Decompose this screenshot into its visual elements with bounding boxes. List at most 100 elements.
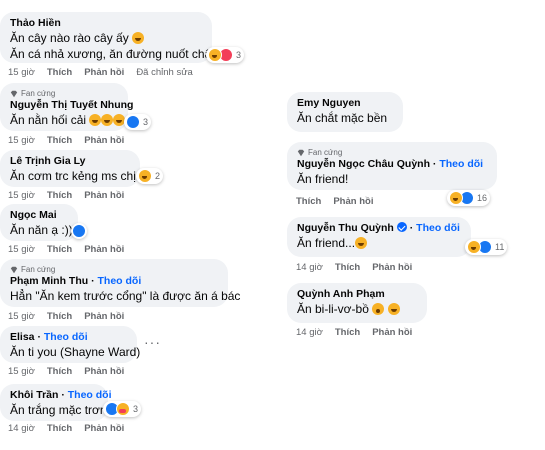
surprised-emoji-icon bbox=[372, 303, 385, 315]
comment-bubble: Fan cứng Phạm Minh Thu · Theo dõi Hẳn "Ă… bbox=[0, 259, 241, 307]
comment-text: Hẳn "Ăn kem trước cổng" là được ăn á bác bbox=[10, 289, 241, 303]
comment-time[interactable]: 15 giờ bbox=[8, 366, 35, 377]
comment-actions: 15 giờ Thích Phản hồi bbox=[8, 135, 124, 146]
more-options-icon[interactable]: ··· bbox=[144, 334, 161, 350]
comment-time[interactable]: 14 giờ bbox=[296, 327, 323, 338]
comment-actions: Thích Phản hồi bbox=[296, 196, 373, 207]
haha-reaction-icon bbox=[449, 191, 463, 205]
like-button[interactable]: Thích bbox=[47, 423, 72, 434]
comment-text: Ăn friend! bbox=[297, 172, 349, 186]
comment-actions: 14 giờ Thích Phản hồi bbox=[296, 327, 412, 338]
like-reaction-icon bbox=[72, 224, 86, 238]
comment-bubble: Emy Nguyen Ăn chắt mặc bền bbox=[287, 92, 403, 132]
haha-reaction-icon bbox=[208, 48, 222, 62]
follow-button[interactable]: Theo dõi bbox=[416, 222, 460, 234]
follow-button[interactable]: Theo dõi bbox=[439, 158, 483, 170]
verified-badge-icon bbox=[396, 222, 407, 232]
comment-actions: 15 giờ Thích Phản hồi bbox=[8, 311, 124, 322]
comment-bubble: Elisa · Theo dõi Ăn ti you (Shayne Ward) bbox=[0, 326, 140, 363]
comment-time[interactable]: 15 giờ bbox=[8, 244, 35, 255]
comment-author[interactable]: Emy Nguyen bbox=[297, 97, 393, 110]
reply-button[interactable]: Phản hồi bbox=[84, 190, 124, 201]
like-button[interactable]: Thích bbox=[47, 190, 72, 201]
comment-actions: 14 giờ Thích Phản hồi bbox=[296, 262, 412, 273]
like-button[interactable]: Thích bbox=[47, 311, 72, 322]
comment-bubble: Lê Trịnh Gia Ly Ăn cơm trc kẻng ms chịu bbox=[0, 150, 143, 187]
fan-badge: Fan cứng bbox=[10, 264, 218, 275]
comment-time[interactable]: 15 giờ bbox=[8, 135, 35, 146]
reply-button[interactable]: Phản hồi bbox=[372, 262, 412, 273]
comment-author[interactable]: Lê Trịnh Gia Ly bbox=[10, 155, 130, 168]
comment-text: Ăn trắng mặc trơn bbox=[10, 403, 107, 417]
like-button[interactable]: Thích bbox=[335, 327, 360, 338]
like-button[interactable]: Thích bbox=[335, 262, 360, 273]
comment-author[interactable]: Ngọc Mai bbox=[10, 209, 68, 222]
comment-text: Ăn cơm trc kẻng ms chịu bbox=[10, 169, 143, 183]
edited-label: Đã chỉnh sửa bbox=[136, 67, 193, 78]
comment-time[interactable]: 15 giờ bbox=[8, 311, 35, 322]
like-button[interactable]: Thích bbox=[47, 366, 72, 377]
comment-author[interactable]: Nguyễn Thị Tuyết Nhung bbox=[10, 99, 133, 112]
haha-reaction-icon bbox=[138, 169, 152, 183]
fan-badge: Fan cứng bbox=[297, 147, 487, 158]
comment-actions: 15 giờ Thích Phản hồi Đã chỉnh sửa bbox=[8, 67, 193, 78]
comment-bubble: Nguyễn Thu Quỳnh · Theo dõi Ăn friend... bbox=[287, 217, 471, 257]
follow-button[interactable]: Theo dõi bbox=[44, 331, 88, 343]
comment-time[interactable]: 15 giờ bbox=[8, 67, 35, 78]
laughing-emoji-icon bbox=[132, 32, 145, 44]
care-reaction-icon bbox=[116, 402, 130, 416]
reply-button[interactable]: Phản hồi bbox=[372, 327, 412, 338]
comment-author[interactable]: Khôi Trần · Theo dõi bbox=[10, 389, 112, 402]
comment-author[interactable]: Nguyễn Ngọc Châu Quỳnh · Theo dõi bbox=[297, 158, 487, 171]
comment-text: Ăn friend... bbox=[297, 235, 461, 251]
reply-button[interactable]: Phản hồi bbox=[84, 311, 124, 322]
comment-text: Ăn chắt mặc bền bbox=[297, 111, 388, 125]
reply-button[interactable]: Phản hồi bbox=[84, 423, 124, 434]
comment-time[interactable]: 15 giờ bbox=[8, 190, 35, 201]
follow-button[interactable]: Theo dõi bbox=[68, 389, 112, 401]
laughing-emoji-icon bbox=[101, 114, 114, 126]
comment-bubble: Thảo Hiền Ăn cây nào rào cây ấy Ăn cá nh… bbox=[0, 12, 221, 63]
comment-author[interactable]: Phạm Minh Thu · Theo dõi bbox=[10, 275, 218, 288]
comment-author[interactable]: Elisa · Theo dõi bbox=[10, 331, 127, 344]
laughing-emoji-icon bbox=[89, 114, 102, 126]
reaction-summary[interactable]: 3 bbox=[103, 401, 142, 417]
laughing-emoji-icon bbox=[355, 237, 368, 249]
comment-text: Ăn bi-li-vơ-bồ bbox=[297, 301, 417, 317]
like-button[interactable]: Thích bbox=[47, 135, 72, 146]
reply-button[interactable]: Phản hồi bbox=[333, 196, 373, 207]
follow-button[interactable]: Theo dõi bbox=[98, 275, 142, 287]
comment-time[interactable]: 14 giờ bbox=[296, 262, 323, 273]
comment-text: Ăn năn ạ :))) bbox=[10, 223, 77, 237]
fan-badge: Fan cứng bbox=[10, 88, 118, 99]
comment-author[interactable]: Nguyễn Thu Quỳnh · Theo dõi bbox=[297, 222, 461, 235]
comment-text: Ăn cây nào rào cây ấy bbox=[10, 30, 202, 46]
comment-bubble: Quỳnh Anh Phạm Ăn bi-li-vơ-bồ bbox=[287, 283, 427, 323]
like-button[interactable]: Thích bbox=[47, 67, 72, 78]
comment-author[interactable]: Thảo Hiền bbox=[10, 17, 202, 30]
reply-button[interactable]: Phản hồi bbox=[84, 135, 124, 146]
comment-author[interactable]: Quỳnh Anh Phạm bbox=[297, 288, 417, 301]
reply-button[interactable]: Phản hồi bbox=[84, 366, 124, 377]
like-reaction-icon bbox=[126, 115, 140, 129]
haha-reaction-icon bbox=[467, 240, 481, 254]
comment-actions: 15 giờ Thích Phản hồi bbox=[8, 366, 124, 377]
reaction-summary[interactable] bbox=[71, 223, 87, 239]
laughing-emoji-icon bbox=[387, 303, 400, 315]
reaction-summary[interactable]: 16 bbox=[447, 190, 491, 206]
comment-actions: 15 giờ Thích Phản hồi bbox=[8, 244, 124, 255]
comment-text: Ăn nằn hối cải bbox=[10, 112, 126, 128]
reaction-summary[interactable]: 2 bbox=[136, 168, 164, 184]
diamond-icon bbox=[10, 266, 18, 273]
like-button[interactable]: Thích bbox=[296, 196, 321, 207]
diamond-icon bbox=[10, 90, 18, 97]
comment-bubble: Khôi Trần · Theo dõi Ăn trắng mặc trơn bbox=[0, 384, 112, 421]
like-button[interactable]: Thích bbox=[47, 244, 72, 255]
reaction-summary[interactable]: 3 bbox=[206, 47, 245, 63]
reply-button[interactable]: Phản hồi bbox=[84, 67, 124, 78]
reaction-summary[interactable]: 11 bbox=[465, 239, 508, 255]
reaction-summary[interactable]: 3 bbox=[124, 114, 152, 130]
comment-bubble: Ngọc Mai Ăn năn ạ :))) bbox=[0, 204, 78, 241]
comment-time[interactable]: 14 giờ bbox=[8, 423, 35, 434]
reply-button[interactable]: Phản hồi bbox=[84, 244, 124, 255]
